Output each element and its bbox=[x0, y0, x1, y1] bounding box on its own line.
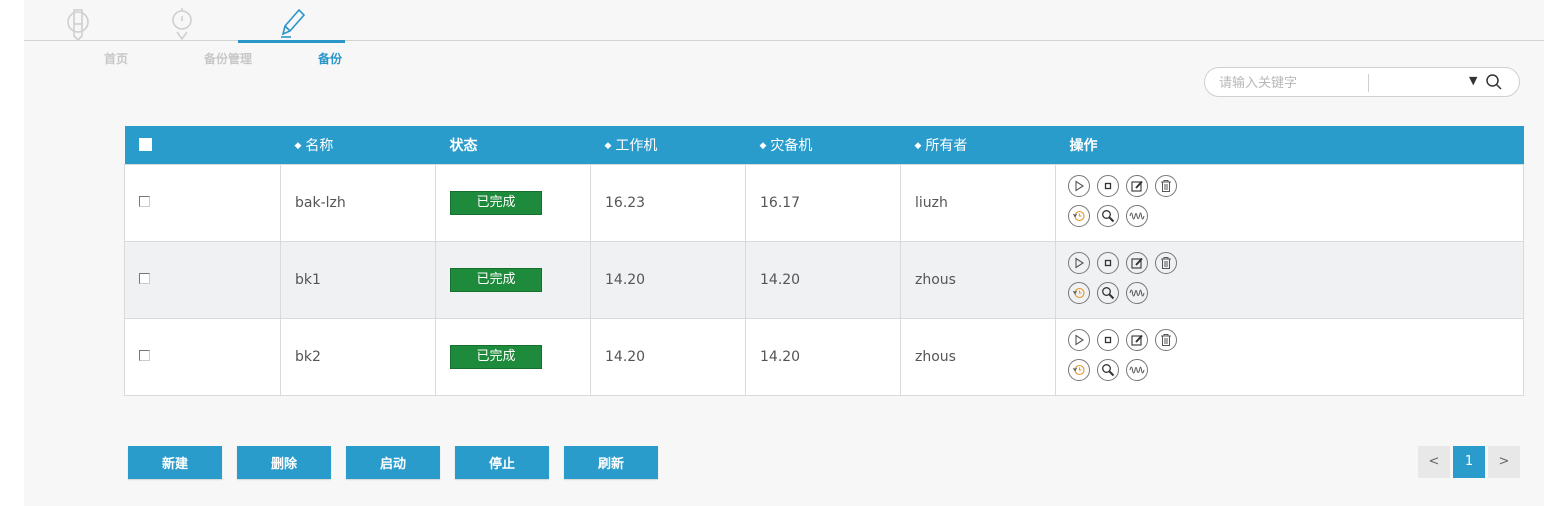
pagination-prev[interactable]: < bbox=[1418, 446, 1450, 478]
stop-icon[interactable] bbox=[1097, 174, 1119, 197]
cell-standby: 14.20 bbox=[745, 240, 901, 319]
column-header-status: 状态 bbox=[449, 137, 478, 154]
cell-standby: 14.20 bbox=[745, 317, 901, 396]
status-badge: 已完成 bbox=[450, 190, 542, 215]
status-badge: 已完成 bbox=[450, 267, 542, 292]
search-divider bbox=[1368, 74, 1369, 92]
backup-manage-icon bbox=[167, 6, 197, 46]
search-box: ▼ bbox=[1204, 67, 1520, 97]
search-icon[interactable] bbox=[1485, 73, 1503, 95]
column-header-worker[interactable]: ◆ 工作机 bbox=[591, 126, 746, 164]
cell-name: bak-lzh bbox=[280, 163, 436, 242]
row-checkbox[interactable] bbox=[139, 195, 150, 207]
cell-status: 已完成 bbox=[435, 163, 591, 242]
edit-icon[interactable] bbox=[1126, 328, 1148, 351]
cell-owner: zhous bbox=[900, 317, 1056, 396]
nav-label-backup: 备份 bbox=[317, 52, 342, 66]
nav-item-backup-manage[interactable]: 备份管理 bbox=[136, 0, 252, 70]
cell-actions bbox=[1055, 240, 1524, 319]
sort-icon: ◆ bbox=[604, 140, 612, 151]
pencil-icon bbox=[277, 6, 307, 44]
sort-icon: ◆ bbox=[914, 140, 922, 151]
waveform-icon[interactable] bbox=[1126, 358, 1148, 381]
search-icon[interactable] bbox=[1097, 281, 1119, 304]
row-select-cell bbox=[124, 240, 281, 319]
select-all-checkbox[interactable] bbox=[138, 138, 152, 152]
row-checkbox[interactable] bbox=[139, 349, 150, 361]
restore-history-icon[interactable] bbox=[1068, 204, 1090, 227]
cell-worker: 16.23 bbox=[590, 163, 746, 242]
stop-icon[interactable] bbox=[1097, 328, 1119, 351]
play-icon[interactable] bbox=[1068, 174, 1090, 197]
row-select-cell bbox=[124, 163, 281, 242]
cell-worker: 14.20 bbox=[590, 240, 746, 319]
table-row: bk2 已完成 14.20 14.20 zhous bbox=[124, 317, 1524, 396]
search-icon[interactable] bbox=[1097, 358, 1119, 381]
cell-worker: 14.20 bbox=[590, 317, 746, 396]
trash-icon[interactable] bbox=[1155, 328, 1177, 351]
search-icon[interactable] bbox=[1097, 204, 1119, 227]
nav-item-home[interactable]: 首页 bbox=[40, 0, 128, 70]
waveform-icon[interactable] bbox=[1126, 204, 1148, 227]
stop-button[interactable]: 停止 bbox=[455, 446, 549, 479]
play-icon[interactable] bbox=[1068, 328, 1090, 351]
nav-item-backup[interactable]: 备份 bbox=[254, 0, 342, 70]
cell-status: 已完成 bbox=[435, 240, 591, 319]
cell-name: bk1 bbox=[280, 240, 436, 319]
home-icon bbox=[61, 6, 95, 46]
row-select-cell bbox=[124, 317, 281, 396]
new-button[interactable]: 新建 bbox=[128, 446, 222, 479]
table-row: bk1 已完成 14.20 14.20 zhous bbox=[124, 240, 1524, 319]
cell-standby: 16.17 bbox=[745, 163, 901, 242]
refresh-button[interactable]: 刷新 bbox=[564, 446, 658, 479]
pagination-page-1[interactable]: 1 bbox=[1453, 446, 1485, 478]
cell-owner: liuzh bbox=[900, 163, 1056, 242]
restore-history-icon[interactable] bbox=[1068, 281, 1090, 304]
select-all-cell bbox=[125, 126, 281, 164]
edit-icon[interactable] bbox=[1126, 174, 1148, 197]
play-icon[interactable] bbox=[1068, 251, 1090, 274]
cell-actions bbox=[1055, 317, 1524, 396]
column-header-name[interactable]: ◆ 名称 bbox=[281, 126, 436, 164]
caret-down-icon[interactable]: ▼ bbox=[1469, 74, 1477, 87]
cell-name: bk2 bbox=[280, 317, 436, 396]
trash-icon[interactable] bbox=[1155, 174, 1177, 197]
edit-icon[interactable] bbox=[1126, 251, 1148, 274]
row-checkbox[interactable] bbox=[139, 272, 150, 284]
column-header-owner[interactable]: ◆ 所有者 bbox=[901, 126, 1056, 164]
start-button[interactable]: 启动 bbox=[346, 446, 440, 479]
stop-icon[interactable] bbox=[1097, 251, 1119, 274]
table-row: bak-lzh 已完成 16.23 16.17 liuzh bbox=[124, 163, 1524, 242]
search-input[interactable] bbox=[1217, 72, 1369, 94]
column-header-standby[interactable]: ◆ 灾备机 bbox=[746, 126, 901, 164]
sort-icon: ◆ bbox=[294, 140, 302, 151]
waveform-icon[interactable] bbox=[1126, 281, 1148, 304]
table-header-row: ◆ 名称 状态 ◆ 工作机 ◆ 灾备机 ◆ 所有者 操作 bbox=[124, 126, 1524, 164]
pagination-next[interactable]: > bbox=[1488, 446, 1520, 478]
status-badge: 已完成 bbox=[450, 344, 542, 369]
column-header-actions: 操作 bbox=[1069, 137, 1098, 154]
delete-button[interactable]: 删除 bbox=[237, 446, 331, 479]
trash-icon[interactable] bbox=[1155, 251, 1177, 274]
cell-actions bbox=[1055, 163, 1524, 242]
sort-icon: ◆ bbox=[759, 140, 767, 151]
cell-owner: zhous bbox=[900, 240, 1056, 319]
restore-history-icon[interactable] bbox=[1068, 358, 1090, 381]
cell-status: 已完成 bbox=[435, 317, 591, 396]
backup-table: ◆ 名称 状态 ◆ 工作机 ◆ 灾备机 ◆ 所有者 操作 bak-lzh 已完成 16.… bbox=[124, 126, 1524, 396]
